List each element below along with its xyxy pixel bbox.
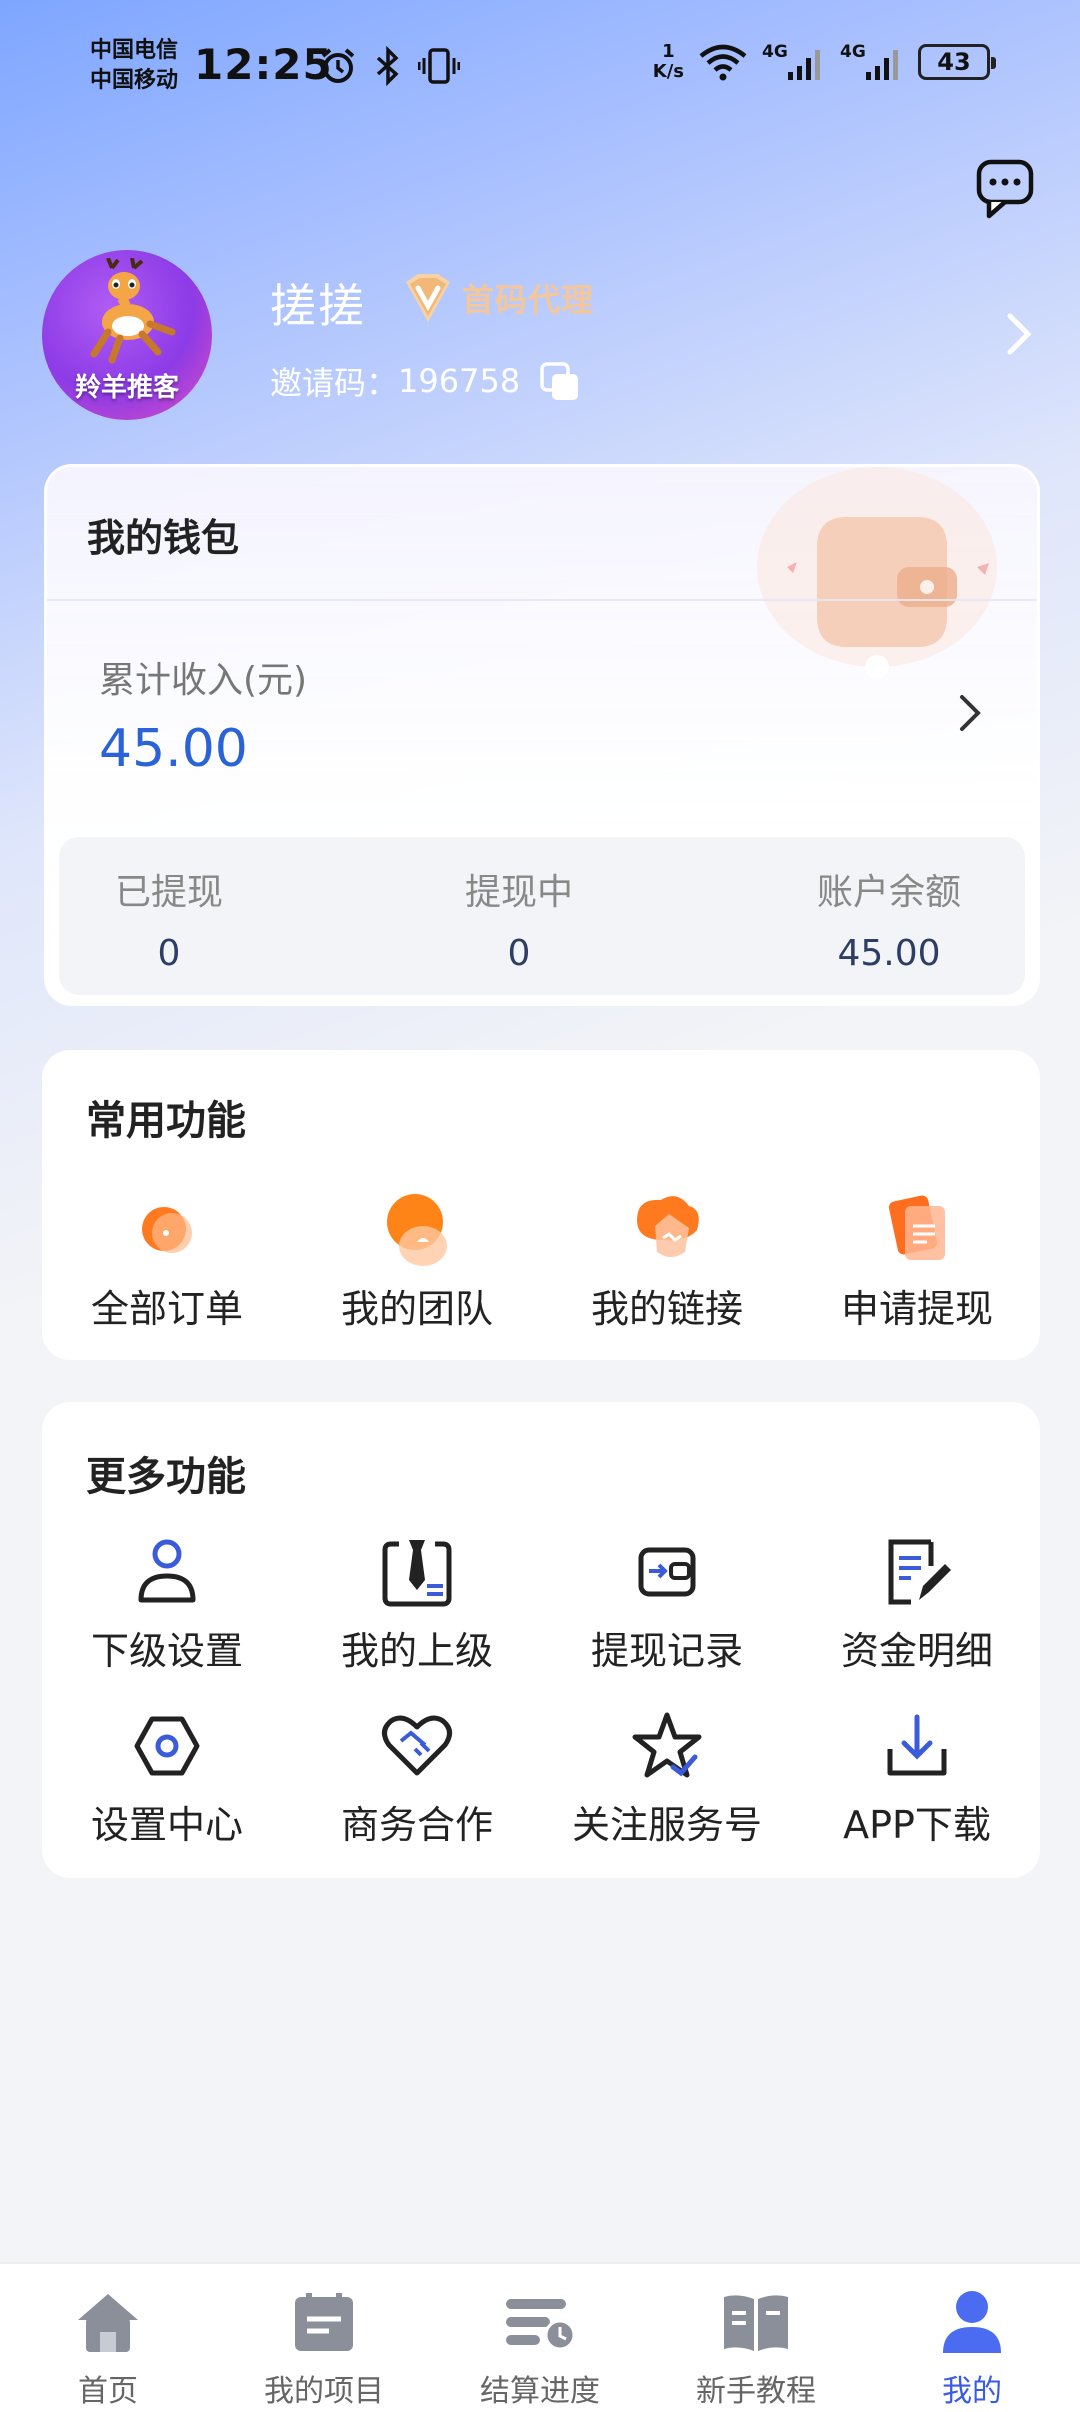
wallet-illustration-icon [757, 467, 997, 679]
nav-my-projects[interactable]: 我的项目 [216, 2264, 432, 2412]
nav-home[interactable]: 首页 [0, 2264, 216, 2412]
status-bar: 中国电信 中国移动 12:25 1 K/s 4G 4G 43 [0, 0, 1080, 130]
signal-1: 4G [762, 42, 826, 82]
status-icons-left [318, 46, 460, 86]
star-check-icon [632, 1712, 702, 1778]
copy-icon[interactable] [540, 362, 580, 402]
agent-badge: 首码代理 [400, 272, 594, 324]
book-icon [724, 2295, 788, 2351]
team-icon [387, 1194, 447, 1266]
link-icon [637, 1196, 699, 1257]
handshake-heart-icon [382, 1715, 452, 1776]
section-title: 常用功能 [86, 1098, 246, 1144]
avatar-label: 羚羊推客 [74, 373, 179, 403]
func-my-team[interactable]: 我的团队 [292, 1190, 542, 1333]
avatar[interactable]: 羚羊推客 [42, 250, 212, 420]
nav-settlement[interactable]: 结算进度 [432, 2264, 648, 2412]
net-speed: 1 K/s [652, 41, 684, 82]
clock: 12:25 [194, 40, 333, 89]
v-badge-icon [406, 274, 450, 322]
func-business-cooperation[interactable]: 商务合作 [292, 1706, 542, 1849]
section-title: 更多功能 [86, 1454, 246, 1500]
func-withdraw-records[interactable]: 提现记录 [542, 1532, 792, 1675]
signal-bars-icon [866, 50, 898, 80]
stat-withdrawn: 已提现 0 [114, 872, 223, 974]
badge-label: 首码代理 [462, 281, 595, 319]
chevron-right-icon[interactable] [957, 693, 983, 733]
func-follow-account[interactable]: 关注服务号 [542, 1706, 792, 1849]
func-settings-center[interactable]: 设置中心 [42, 1706, 292, 1849]
stat-balance: 账户余额 45.00 [816, 872, 961, 974]
alarm-icon [321, 48, 355, 83]
vibrate-icon [418, 48, 460, 84]
person-icon [138, 1539, 196, 1603]
income-value: 45.00 [99, 719, 248, 779]
download-icon [887, 1714, 947, 1776]
status-icons-right: 1 K/s 4G 4G 43 [652, 41, 996, 82]
user-icon [943, 2291, 1001, 2353]
wallet-card[interactable]: 我的钱包 累计收入(元) 45.00 已提现 0 提现中 0 账户余额 45.0… [44, 464, 1040, 1006]
divider [47, 599, 1037, 601]
carrier-2: 中国移动 [90, 68, 179, 93]
home-icon [78, 2294, 138, 2352]
project-icon [295, 2293, 353, 2351]
antelope-logo-icon [90, 258, 176, 364]
func-all-orders[interactable]: 全部订单 [42, 1190, 292, 1333]
wallet-icon [638, 1547, 696, 1597]
more-functions-card: 更多功能 下级设置 我的上级 提现记录 资金明细 设置中心 商务合作 关注服务号… [42, 1402, 1040, 1878]
chevron-right-icon[interactable] [1004, 312, 1034, 356]
wifi-icon [699, 44, 747, 81]
wallet-stats: 已提现 0 提现中 0 账户余额 45.00 [59, 837, 1025, 995]
user-name: 搓搓 [270, 279, 366, 333]
nav-tutorial[interactable]: 新手教程 [648, 2264, 864, 2412]
settlement-icon [506, 2299, 576, 2351]
battery-indicator: 43 [918, 44, 996, 80]
func-apply-withdraw[interactable]: 申请提现 [792, 1190, 1042, 1333]
func-my-link[interactable]: 我的链接 [542, 1190, 792, 1333]
invite-code-row: 邀请码： 196758 [270, 358, 520, 404]
signal-2: 4G [840, 42, 904, 82]
message-icon[interactable] [975, 158, 1039, 222]
func-app-download[interactable]: APP下载 [792, 1706, 1042, 1849]
nav-mine[interactable]: 我的 [864, 2264, 1080, 2412]
carrier-1: 中国电信 [90, 38, 179, 63]
func-fund-details[interactable]: 资金明细 [792, 1532, 1042, 1675]
func-my-superior[interactable]: 我的上级 [292, 1532, 542, 1675]
signal-bars-icon [788, 50, 820, 80]
carrier-names: 中国电信 中国移动 [90, 36, 178, 96]
wallet-title: 我的钱包 [87, 516, 240, 560]
stat-withdrawing: 提现中 0 [464, 872, 573, 974]
tie-icon [382, 1540, 452, 1607]
document-edit-icon [888, 1539, 951, 1605]
invite-label: 邀请码： [270, 364, 399, 402]
withdraw-icon [888, 1195, 945, 1260]
bluetooth-icon [376, 46, 399, 86]
orders-icon [142, 1207, 192, 1253]
common-functions-card: 常用功能 全部订单 我的团队 我的链接 申请提现 [42, 1050, 1040, 1360]
income-label: 累计收入(元) [99, 660, 308, 701]
bottom-nav: 首页 我的项目 结算进度 新手教程 我的 [0, 2262, 1080, 2412]
hexagon-settings-icon [134, 1716, 200, 1776]
invite-code: 196758 [398, 362, 521, 400]
func-sub-settings[interactable]: 下级设置 [42, 1532, 292, 1675]
